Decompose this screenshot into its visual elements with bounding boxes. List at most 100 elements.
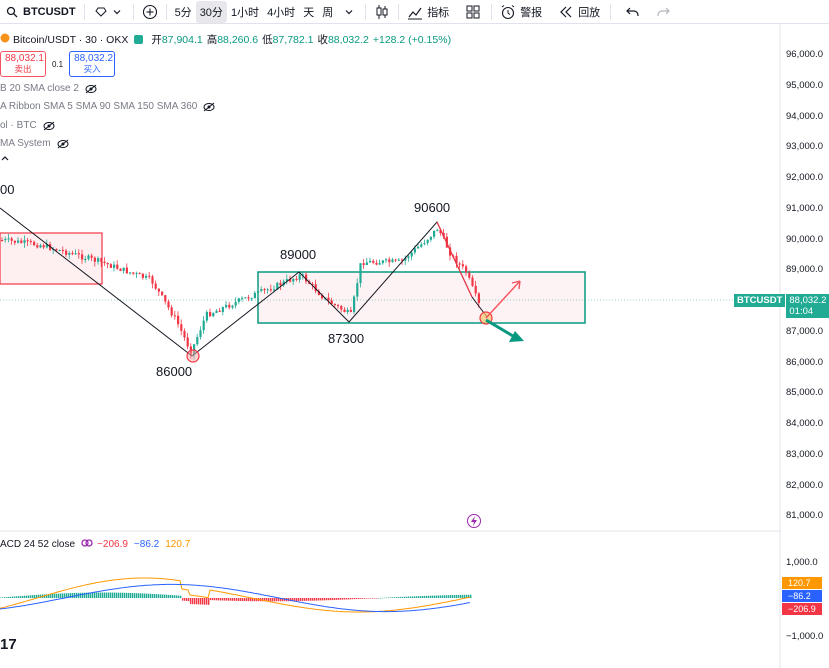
macd-bar bbox=[64, 593, 66, 598]
resistance-zone-left bbox=[0, 232, 103, 285]
macd-bar bbox=[312, 598, 314, 601]
macd-bar bbox=[274, 598, 276, 602]
macd-bar bbox=[108, 592, 110, 598]
open-label: 开 bbox=[151, 34, 162, 46]
buy-label: 买入 bbox=[83, 64, 101, 74]
candle-body bbox=[119, 268, 122, 271]
candle-body bbox=[164, 295, 167, 302]
macd-bar bbox=[154, 594, 156, 598]
macd-bar bbox=[326, 598, 328, 601]
candle-body bbox=[61, 249, 64, 251]
macd-bar bbox=[212, 598, 214, 601]
macd-bar bbox=[208, 598, 210, 605]
eye-hidden-icon[interactable] bbox=[85, 84, 97, 94]
lightning-icon[interactable] bbox=[467, 514, 481, 528]
candle-body bbox=[228, 304, 231, 308]
candle-body bbox=[135, 273, 138, 275]
candle-body bbox=[65, 250, 68, 255]
macd-bar bbox=[348, 598, 350, 600]
candle-body bbox=[468, 272, 471, 278]
candle-body bbox=[173, 315, 176, 317]
candle-body bbox=[183, 330, 186, 338]
macd-legend[interactable]: ACD 24 52 close −206.9 −86.2 120.7 bbox=[0, 538, 190, 551]
macd-histogram-value: −206.9 bbox=[97, 539, 128, 550]
macd-bar bbox=[14, 596, 16, 598]
indicator-volume[interactable]: ol · BTC bbox=[0, 120, 55, 131]
macd-bar bbox=[124, 592, 126, 598]
macd-bar bbox=[246, 598, 248, 602]
trade-panel: 88,032.1 卖出 0.1 88,032.2 买入 bbox=[0, 51, 116, 77]
candle-body bbox=[359, 263, 362, 284]
candle-body bbox=[4, 238, 7, 241]
macd-bar bbox=[432, 595, 434, 598]
candle-body bbox=[145, 275, 148, 278]
candle-body bbox=[71, 252, 74, 254]
macd-bar bbox=[404, 596, 406, 598]
price-axis-label: 93,000.0 bbox=[786, 141, 823, 153]
macd-bar bbox=[340, 598, 342, 600]
macd-bar bbox=[202, 598, 204, 605]
macd-bar bbox=[96, 592, 98, 598]
macd-bar bbox=[452, 595, 454, 598]
macd-bar bbox=[372, 598, 374, 599]
candle-body bbox=[138, 273, 141, 275]
indicator-bollinger[interactable]: B 20 SMA close 2 bbox=[0, 83, 97, 94]
macd-bar bbox=[396, 597, 398, 598]
market-status-icon bbox=[134, 35, 144, 44]
candle-body bbox=[17, 240, 20, 243]
macd-bar bbox=[360, 598, 362, 599]
macd-bar bbox=[384, 597, 386, 599]
macd-bar bbox=[454, 595, 456, 598]
macd-bar bbox=[168, 594, 170, 598]
indicator-ma-ribbon[interactable]: A Ribbon SMA 5 SMA 90 SMA 150 SMA 360 bbox=[0, 101, 215, 112]
macd-bar bbox=[234, 598, 236, 601]
candle-body bbox=[39, 245, 42, 248]
buy-button[interactable]: 88,032.2 买入 bbox=[69, 51, 116, 77]
indicator-ma-system[interactable]: MA System bbox=[0, 138, 69, 149]
candle-body bbox=[388, 259, 391, 263]
candle-body bbox=[141, 273, 144, 278]
candle-body bbox=[257, 290, 260, 293]
macd-bar bbox=[394, 597, 396, 598]
candle-body bbox=[20, 240, 23, 243]
settings-loop-icon[interactable] bbox=[81, 538, 93, 551]
eye-hidden-icon[interactable] bbox=[43, 121, 55, 131]
eye-hidden-icon[interactable] bbox=[57, 139, 69, 149]
candle-body bbox=[215, 310, 218, 313]
price-axis-label: 87,000.0 bbox=[786, 325, 823, 337]
candle-body bbox=[465, 266, 468, 273]
macd-bar bbox=[462, 594, 464, 598]
macd-bar bbox=[198, 598, 200, 605]
eye-hidden-icon[interactable] bbox=[203, 102, 215, 112]
macd-bar bbox=[116, 592, 118, 598]
sell-button[interactable]: 88,032.1 卖出 bbox=[0, 51, 46, 77]
candle-body bbox=[375, 262, 378, 265]
pair-title[interactable]: Bitcoin/USDT · 30 · OKX bbox=[13, 34, 128, 46]
close-value: 88,032.2 bbox=[327, 33, 369, 46]
candle-body bbox=[234, 301, 237, 306]
candle-body bbox=[420, 244, 423, 247]
macd-bar bbox=[428, 595, 430, 598]
macd-bar bbox=[102, 592, 104, 598]
macd-bar bbox=[152, 593, 154, 598]
candle-body bbox=[346, 309, 349, 313]
candle-body bbox=[29, 241, 32, 243]
candle-body bbox=[410, 252, 413, 257]
chevron-up-icon bbox=[0, 154, 10, 165]
candle-body bbox=[391, 259, 394, 263]
macd-bar bbox=[10, 596, 12, 598]
macd-bar bbox=[296, 598, 298, 602]
macd-bar bbox=[376, 598, 378, 599]
macd-bar bbox=[338, 598, 340, 600]
candle-body bbox=[84, 259, 87, 261]
candle-body bbox=[461, 264, 464, 267]
macd-axis-bottom: −1,000.0 bbox=[786, 631, 824, 642]
macd-bar bbox=[188, 598, 190, 602]
candle-body bbox=[343, 309, 346, 313]
candle-body bbox=[170, 307, 173, 316]
macd-bar bbox=[224, 598, 226, 601]
candle-body bbox=[157, 288, 160, 292]
indicator-label: ol · BTC bbox=[0, 120, 37, 131]
macd-bar bbox=[460, 594, 462, 598]
legend-collapse[interactable] bbox=[0, 154, 10, 165]
